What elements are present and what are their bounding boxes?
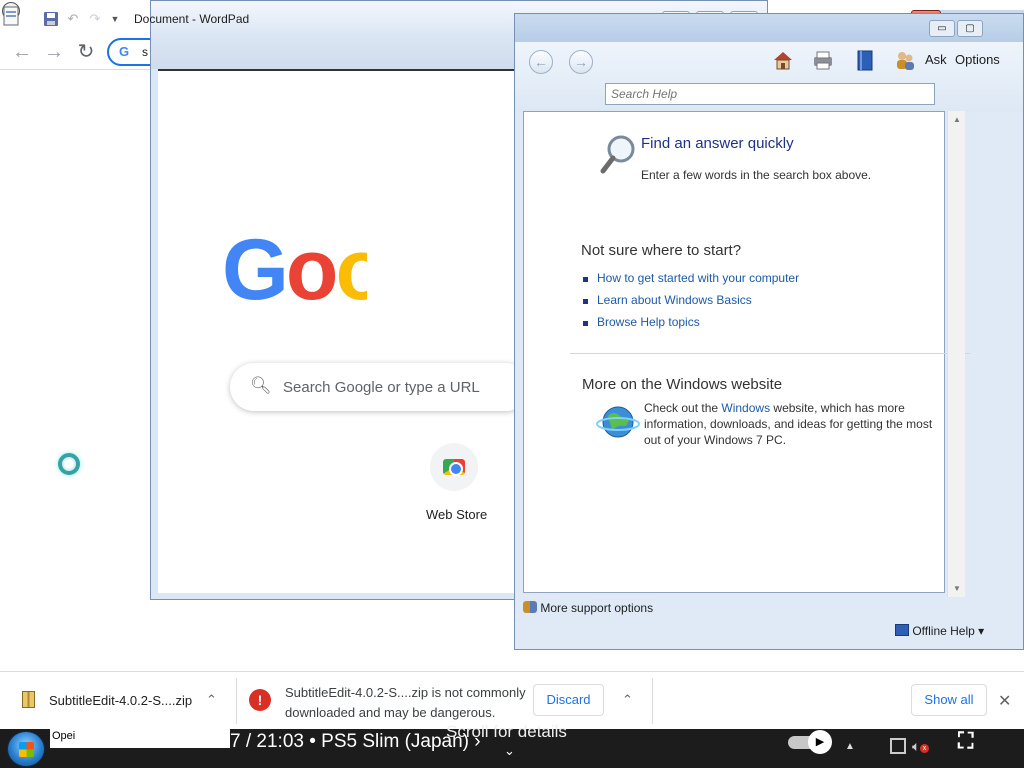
windows-website-globe-icon (596, 404, 640, 440)
link-get-started[interactable]: How to get started with your computer (597, 271, 799, 285)
help-maximize-button[interactable]: ▢ (957, 20, 983, 37)
scroll-down-chevron-icon[interactable]: ⌄ (504, 743, 515, 759)
save-icon[interactable] (43, 11, 59, 27)
fullscreen-exit-icon[interactable]: ⛶ (958, 728, 973, 754)
web-store-shortcut-icon[interactable] (430, 443, 478, 491)
scroll-for-details-hint[interactable]: Scroll for details (446, 722, 567, 742)
search-icon: 🔍︎ (250, 376, 272, 395)
taskbar-item[interactable]: Opei (50, 729, 230, 748)
wordpad-app-icon (1, 5, 23, 27)
help-search-field[interactable] (605, 83, 935, 105)
loading-spinner-icon (58, 453, 80, 475)
google-logo: Goo (222, 225, 367, 315)
close-icon[interactable]: ✕ (998, 691, 1011, 711)
scroll-up-icon[interactable]: ▲ (953, 115, 961, 124)
autoplay-toggle[interactable]: ▶ (788, 730, 832, 754)
download-warning-text: SubtitleEdit-4.0.2-S....zip is not commo… (285, 685, 526, 720)
divider (236, 678, 237, 724)
customize-quick-access-icon[interactable]: ▼ (107, 11, 123, 27)
play-icon: ▶ (808, 730, 832, 754)
discard-button[interactable]: Discard (533, 684, 604, 716)
google-search-box[interactable]: 🔍︎ Search Google or type a URL (230, 363, 530, 411)
scroll-down-icon[interactable]: ▼ (953, 584, 961, 593)
bullet-icon (583, 299, 588, 304)
google-g-icon: G (119, 44, 130, 59)
undo-icon[interactable]: ↶ (65, 11, 81, 27)
forward-arrow-icon[interactable]: → (42, 40, 66, 64)
help-forward-icon[interactable]: → (569, 50, 593, 74)
address-bar-text: s (142, 45, 148, 59)
wordpad-title: Document - WordPad (134, 12, 250, 26)
start-button[interactable] (7, 731, 45, 767)
support-people-icon (523, 601, 537, 613)
help-scrollbar[interactable]: ▲ ▼ (947, 111, 965, 597)
volume-muted-icon[interactable]: 🔈︎ x (912, 738, 929, 755)
danger-warning-icon: ! (249, 689, 271, 711)
find-answer-text: Enter a few words in the search box abov… (641, 168, 872, 182)
offline-help-icon (895, 624, 909, 636)
magnifier-icon (599, 133, 639, 177)
divider (652, 678, 653, 724)
not-sure-heading: Not sure where to start? (581, 242, 742, 259)
find-answer-heading: Find an answer quickly (641, 135, 794, 152)
bullet-icon (583, 321, 588, 326)
windows-help-window: ▭ ▢ ← → Ask Options Find an answer quick… (514, 13, 1024, 650)
download-menu-chevron-icon[interactable]: ⌃ (206, 692, 217, 708)
more-text-line1: Check out the Windows website, which has… (644, 401, 905, 415)
redo-icon[interactable]: ↷ (87, 11, 103, 27)
browse-help-book-icon[interactable] (853, 48, 877, 72)
google-search-placeholder: Search Google or type a URL (283, 379, 480, 396)
zip-file-icon (22, 691, 35, 708)
windows-logo-icon (19, 742, 34, 757)
download-shelf: SubtitleEdit-4.0.2-S....zip ⌃ ! Subtitle… (0, 671, 1024, 729)
print-icon[interactable] (811, 48, 835, 72)
ask-label[interactable]: Ask (925, 52, 947, 67)
back-arrow-icon[interactable]: ← (10, 40, 34, 64)
divider (570, 353, 970, 354)
more-text-line3: out of your Windows 7 PC. (644, 433, 787, 447)
warning-menu-chevron-icon[interactable]: ⌃ (622, 692, 633, 708)
web-store-shortcut-label[interactable]: Web Store (426, 507, 487, 522)
more-support-options[interactable]: More support options (523, 601, 653, 615)
link-windows-basics[interactable]: Learn about Windows Basics (597, 293, 752, 307)
reload-icon[interactable]: ↻ (74, 40, 98, 64)
help-minimize-button[interactable]: ▭ (929, 20, 955, 37)
help-search-input[interactable] (606, 84, 934, 104)
more-text-line2: information, downloads, and ideas for ge… (644, 417, 933, 431)
download-filename[interactable]: SubtitleEdit-4.0.2-S....zip (49, 693, 192, 708)
options-menu[interactable]: Options (955, 52, 1000, 67)
more-on-windows-heading: More on the Windows website (582, 376, 783, 393)
help-home-icon[interactable] (771, 48, 795, 72)
link-browse-help-topics[interactable]: Browse Help topics (597, 315, 700, 329)
help-titlebar[interactable]: ▭ ▢ (515, 14, 1023, 42)
ask-people-icon[interactable] (893, 48, 917, 72)
show-all-button[interactable]: Show all (911, 684, 987, 716)
windows-website-link[interactable]: Windows (721, 401, 770, 415)
video-title[interactable]: 7 / 21:03 • PS5 Slim (Japan) › (230, 731, 481, 753)
bullet-icon (583, 277, 588, 282)
network-icon[interactable] (890, 738, 906, 754)
help-content-pane: Find an answer quickly Enter a few words… (523, 111, 970, 593)
show-hidden-icons-icon[interactable]: ▲ (845, 741, 855, 752)
offline-help-menu[interactable]: Offline Help ▾ (895, 624, 984, 638)
help-back-icon[interactable]: ← (529, 50, 553, 74)
